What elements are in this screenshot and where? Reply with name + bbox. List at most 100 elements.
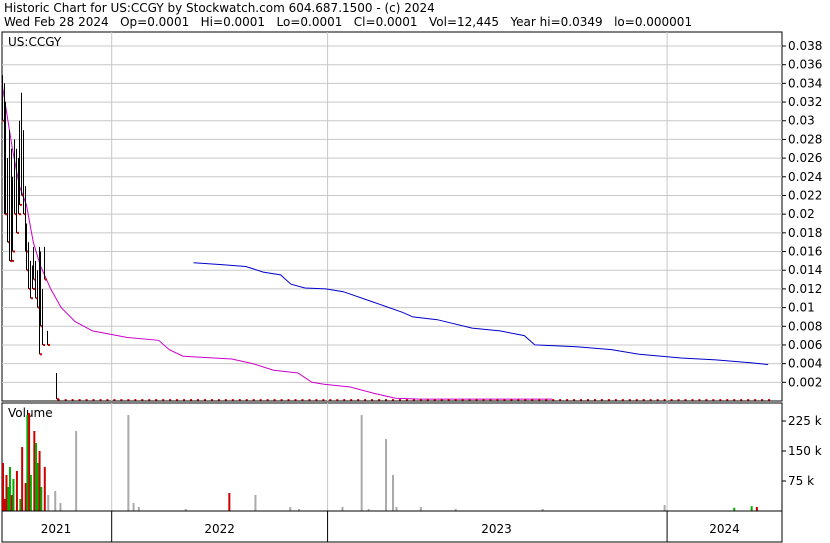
price-tick-label: 0.018 [788,226,822,240]
close-tick [740,399,743,401]
price-tick-label: 0.034 [788,76,822,90]
volume-bar [2,463,4,511]
close-tick [329,399,332,401]
volume-bar [36,463,39,511]
close-tick [531,399,534,401]
close-tick [642,399,645,401]
close-tick [698,399,701,401]
close-tick [203,399,206,401]
close-tick [371,399,374,401]
volume-bar [26,415,29,511]
close-tick [447,399,450,401]
close-tick [566,399,569,401]
volume-bar [137,507,140,511]
stock-chart: 0.038 0.036 0.034 0.032 0.03 0.028 0.026 0.024 0… [1,31,822,543]
volume-bar [8,467,11,511]
close-tick [85,399,88,401]
close-tick [99,399,102,401]
volume-bar [132,503,135,511]
close-tick [238,399,241,401]
price-tick-label: 0.012 [788,282,822,296]
close-tick [197,399,199,401]
close-tick [45,278,47,281]
close-tick [405,399,408,401]
close-tick [57,399,60,401]
close-tick [92,399,95,401]
close-tick [496,399,499,401]
volume-bar [12,479,15,511]
year-label: 2023 [481,522,512,536]
close-tick [468,399,471,401]
price-tick-label: 0.03 [788,114,815,128]
close-tick [134,399,137,401]
volume-bar [385,439,388,511]
close-tick [252,399,255,401]
volume-bar [15,471,18,511]
volume-bar [43,467,46,511]
close-tick [719,399,722,401]
price-panel-title: US:CCGY [8,35,62,49]
volume-bar [392,475,394,511]
volume-bar [395,507,398,511]
close-tick [350,399,353,401]
volume-bar [419,507,422,511]
volume-bar [750,506,753,511]
close-tick [17,231,19,234]
price-tick-label: 0.006 [788,338,822,352]
volume-tick-label: 150 k [788,444,822,458]
volume-bar [35,443,38,511]
volume-bar [7,487,10,511]
close-tick [148,399,151,401]
close-tick [336,399,339,401]
close-tick [489,399,492,401]
close-tick [712,399,715,401]
close-tick [461,399,464,401]
close-tick [33,287,35,290]
close-tick [517,399,520,401]
close-tick [503,399,506,401]
close-tick [217,399,220,401]
close-tick [266,399,269,401]
close-tick [176,399,179,401]
close-tick [621,399,624,401]
close-tick [210,399,213,401]
close-tick [649,399,652,401]
close-tick [141,399,144,401]
close-tick [48,343,50,346]
x-axis-frame [1,510,783,543]
close-tick [231,399,234,401]
close-tick [691,399,694,401]
close-tick [559,399,562,401]
volume-bar [228,493,231,511]
price-tick-label: 0.014 [788,263,822,277]
close-tick [733,399,736,401]
close-tick [754,399,757,401]
close-tick [245,399,248,401]
close-tick [607,399,610,401]
volume-bar [38,451,41,511]
close-tick [183,399,186,401]
close-tick [552,399,555,401]
close-tick [677,399,680,401]
volume-bar [663,505,666,511]
close-tick [40,353,42,356]
price-panel-frame [1,31,783,402]
close-tick [656,399,659,401]
volume-bar [127,415,130,511]
volume-bar [40,487,43,511]
close-tick [587,399,589,401]
close-tick [419,399,422,401]
close-tick [398,399,401,401]
close-tick [280,399,283,401]
close-tick [663,399,666,401]
volume-panel: Volume 225 k 150 k 75 k [1,402,822,512]
volume-tick-label: 225 k [788,414,822,428]
close-tick [510,399,513,401]
close-tick [545,399,548,401]
close-tick [322,399,325,401]
close-tick [768,399,771,401]
volume-bar [360,415,363,511]
volume-bar [10,495,13,511]
close-tick [392,399,394,401]
close-tick [454,399,457,401]
